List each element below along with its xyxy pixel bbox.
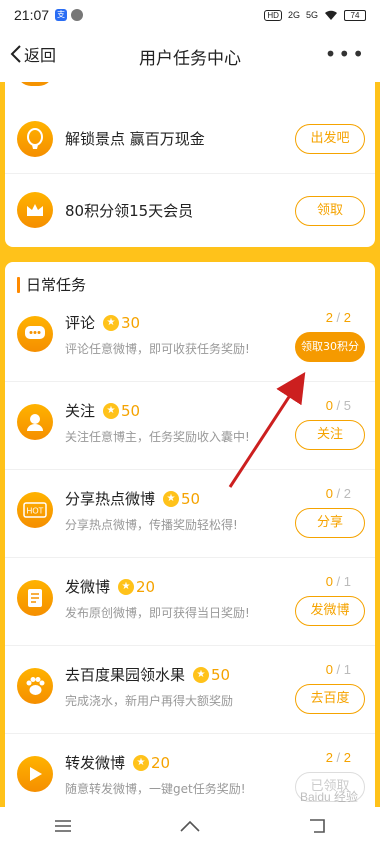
status-bar: 21:07 支 HD 2G 5G 74 (0, 0, 380, 30)
app-notification-icon (71, 9, 84, 21)
partial-task-icon (17, 82, 53, 86)
task-title: 发微博 (65, 578, 111, 596)
go-button[interactable]: 出发吧 (295, 124, 365, 154)
task-title: 分享热点微博 (65, 490, 156, 508)
share-button[interactable]: 分享 (295, 508, 365, 538)
task-row: 80积分领15天会员 领取 (5, 174, 375, 247)
task-title: 80积分领15天会员 (65, 202, 194, 220)
task-points: 30 (121, 313, 141, 332)
user-icon (17, 404, 53, 440)
task-description: 分享热点微博，传播奖励轻松得! (65, 518, 238, 532)
alipay-notification-icon: 支 (55, 9, 68, 21)
star-icon: ★ (163, 490, 180, 507)
task-description: 发布原创微博，即可获得当日奖励! (65, 606, 250, 620)
status-time: 21:07 (14, 7, 50, 23)
comment-icon (17, 316, 53, 352)
task-row: 评论 ★ 30 评论任意微博，即可收获任务奖励! 2 / 2 领取30积分 (5, 294, 375, 382)
task-progress: 0 / 1 (325, 662, 351, 677)
daily-task-card: 日常任务 评论 ★ 30 评论任意微博，即可收获任务奖励! 2 / 2 领取30… (5, 262, 375, 807)
paw-icon (17, 668, 53, 704)
task-progress: 2 / 2 (325, 310, 351, 325)
signal-5g-icon: 5G (305, 10, 318, 20)
system-nav-bar (0, 807, 380, 845)
more-button[interactable]: ••• (325, 44, 366, 64)
task-row: HOT 分享热点微博 ★ 50 分享热点微博，传播奖励轻松得! 0 / 2 分享 (5, 470, 375, 558)
claim-points-button[interactable]: 领取30积分 (295, 332, 365, 362)
task-row: 解锁景点 赢百万现金 出发吧 (5, 104, 375, 174)
chevron-left-icon (10, 45, 21, 63)
balloon-icon (17, 121, 53, 157)
back-nav-icon[interactable] (297, 814, 337, 838)
task-points: 50 (181, 489, 201, 508)
task-description: 评论任意微博，即可收获任务奖励! (65, 342, 250, 356)
task-points: 50 (121, 401, 141, 420)
claim-button[interactable]: 领取 (295, 196, 365, 226)
hd-icon: HD (264, 9, 282, 21)
star-icon: ★ (118, 578, 135, 595)
back-button[interactable]: 返回 (10, 42, 56, 66)
star-icon: ★ (103, 314, 120, 331)
section-title: 日常任务 (26, 276, 87, 294)
task-content: 解锁景点 赢百万现金 出发吧 80积分领15天会员 领取 日常任务 评论 ★ 3… (0, 82, 380, 807)
post-weibo-button[interactable]: 发微博 (295, 596, 365, 626)
battery-icon: 74 (344, 9, 366, 21)
task-title: 转发微博 (65, 754, 126, 772)
task-points: 20 (136, 577, 156, 596)
task-description: 关注任意博主，任务奖励收入囊中! (65, 430, 250, 444)
task-progress: 0 / 5 (325, 398, 351, 413)
featured-task-card: 解锁景点 赢百万现金 出发吧 80积分领15天会员 领取 (5, 82, 375, 247)
task-points: 20 (151, 753, 171, 772)
crown-icon (17, 192, 53, 228)
task-row: 发微博 ★ 20 发布原创微博，即可获得当日奖励! 0 / 1 发微博 (5, 558, 375, 646)
star-icon: ★ (103, 402, 120, 419)
forward-icon (17, 756, 53, 792)
section-accent-bar (17, 276, 20, 293)
nav-bar: 返回 用户任务中心 ••• (0, 30, 380, 82)
follow-button[interactable]: 关注 (295, 420, 365, 450)
task-row: 关注 ★ 50 关注任意博主，任务奖励收入囊中! 0 / 5 关注 (5, 382, 375, 470)
task-title: 解锁景点 赢百万现金 (65, 130, 205, 148)
task-title: 去百度果园领水果 (65, 666, 186, 684)
back-label: 返回 (24, 46, 57, 65)
task-row: 去百度果园领水果 ★ 50 完成浇水，新用户再得大额奖励 0 / 1 去百度 (5, 646, 375, 734)
wifi-icon (325, 10, 337, 20)
star-icon: ★ (193, 666, 210, 683)
edit-icon (17, 580, 53, 616)
hot-icon: HOT (17, 492, 53, 528)
watermark: Baidu 经验 (299, 790, 358, 804)
task-points: 50 (211, 665, 231, 684)
section-header: 日常任务 (17, 274, 86, 295)
task-progress: 2 / 2 (325, 750, 351, 765)
menu-icon[interactable] (43, 814, 83, 838)
page-title: 用户任务中心 (139, 48, 241, 69)
svg-text:HOT: HOT (27, 507, 44, 516)
go-baidu-button[interactable]: 去百度 (295, 684, 365, 714)
task-progress: 0 / 2 (325, 486, 351, 501)
home-icon[interactable] (170, 814, 210, 838)
task-description: 随意转发微博，一键get任务奖励! (65, 782, 246, 796)
task-title: 评论 (65, 314, 96, 332)
star-icon: ★ (133, 754, 150, 771)
task-progress: 0 / 1 (325, 574, 351, 589)
signal-2g-icon: 2G (287, 10, 300, 20)
task-title: 关注 (65, 402, 96, 420)
task-description: 完成浇水，新用户再得大额奖励 (65, 694, 234, 708)
